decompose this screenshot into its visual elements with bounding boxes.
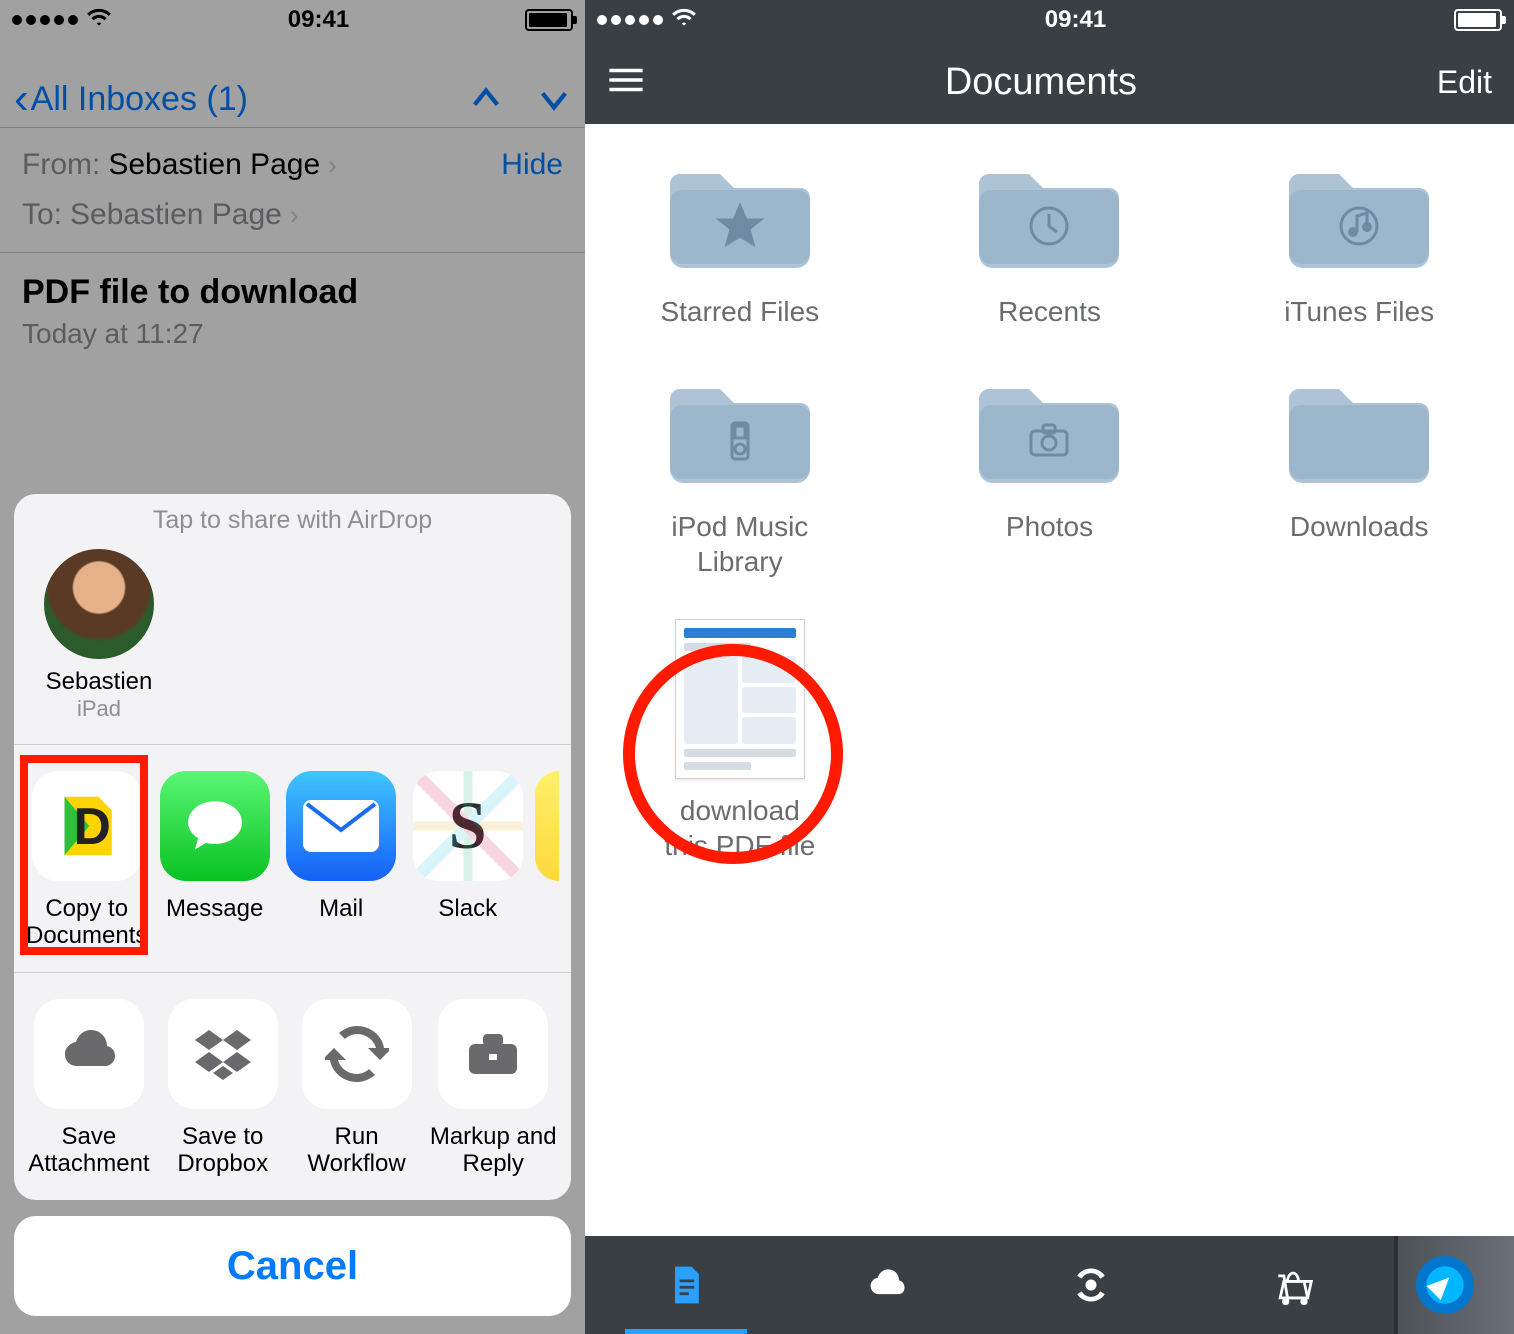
share-app-mail[interactable]: Mail (282, 771, 401, 950)
folder-icon (660, 369, 820, 489)
annotation-highlight-rect (20, 755, 148, 955)
folder-starred-files[interactable]: Starred Files (610, 154, 870, 329)
wifi-icon (671, 4, 697, 37)
mail-app-icon (286, 771, 396, 881)
folder-recents[interactable]: Recents (919, 154, 1179, 329)
mail-phone-screenshot: 09:41 ‹ All Inboxes (1) From: Sebastien … (0, 0, 585, 1334)
briefcase-icon (438, 999, 548, 1109)
airdrop-title: Tap to share with AirDrop (14, 494, 571, 535)
folder-photos[interactable]: Photos (919, 369, 1179, 579)
folder-label: Photos (919, 509, 1179, 544)
edit-button[interactable]: Edit (1437, 64, 1492, 101)
share-app-message[interactable]: Message (155, 771, 274, 950)
folder-icon (1279, 154, 1439, 274)
page-title: Documents (945, 61, 1137, 104)
share-app-label: Slack (408, 895, 527, 923)
documents-nav-bar: Documents Edit (585, 40, 1514, 124)
messages-app-icon (160, 771, 270, 881)
sync-icon (302, 999, 412, 1109)
avatar (44, 549, 154, 659)
action-label: Save Attachment (26, 1123, 152, 1178)
menu-button[interactable] (607, 64, 645, 101)
airdrop-device: iPad (34, 696, 164, 722)
action-label: Save to Dropbox (160, 1123, 286, 1178)
dropbox-icon (168, 999, 278, 1109)
action-label: Run Workflow (294, 1123, 420, 1178)
status-bar: 09:41 (585, 0, 1514, 40)
airdrop-name: Sebastien (34, 669, 164, 695)
tab-network[interactable] (990, 1236, 1192, 1334)
share-actions-row[interactable]: Save Attachment Save to Dropbox Run Work… (14, 973, 571, 1200)
documents-tab-bar (585, 1236, 1514, 1334)
compass-icon (1416, 1256, 1474, 1314)
folder-label: Downloads (1229, 509, 1489, 544)
battery-icon (1454, 9, 1502, 31)
documents-phone-screenshot: 09:41 Documents Edit Starred Files (585, 0, 1514, 1334)
action-save-to-dropbox[interactable]: Save to Dropbox (160, 999, 286, 1178)
tab-documents[interactable] (585, 1236, 787, 1334)
tab-store[interactable] (1192, 1236, 1394, 1334)
tab-browser[interactable] (1394, 1236, 1514, 1334)
folder-itunes-files[interactable]: iTunes Files (1229, 154, 1489, 329)
status-time: 09:41 (1045, 6, 1106, 34)
action-markup-and-reply[interactable]: Markup and Reply (427, 999, 559, 1178)
share-app-label: Message (155, 895, 274, 923)
tab-cloud[interactable] (787, 1236, 989, 1334)
folder-label: Recents (919, 294, 1179, 329)
cloud-icon (34, 999, 144, 1109)
slack-app-icon: S (413, 771, 523, 881)
airdrop-contact[interactable]: Sebastien iPad (34, 549, 164, 721)
folder-icon (969, 369, 1129, 489)
folder-label: iTunes Files (1229, 294, 1489, 329)
share-app-label: Mail (282, 895, 401, 923)
signal-dots-icon (597, 15, 663, 25)
notes-app-icon-peek[interactable] (535, 771, 559, 881)
folder-icon (969, 154, 1129, 274)
folder-label: Starred Files (610, 294, 870, 329)
folder-icon (1279, 369, 1439, 489)
cancel-button[interactable]: Cancel (14, 1216, 571, 1316)
share-sheet: Tap to share with AirDrop Sebastien iPad… (14, 494, 571, 1316)
folder-label: iPod Music Library (610, 509, 870, 579)
folder-icon (660, 154, 820, 274)
action-run-workflow[interactable]: Run Workflow (294, 999, 420, 1178)
share-app-slack[interactable]: S Slack (408, 771, 527, 950)
folder-downloads[interactable]: Downloads (1229, 369, 1489, 579)
folder-ipod-music-library[interactable]: iPod Music Library (610, 369, 870, 579)
action-label: Markup and Reply (427, 1123, 559, 1178)
cancel-label: Cancel (227, 1244, 358, 1289)
annotation-highlight-circle (623, 644, 843, 864)
action-save-attachment[interactable]: Save Attachment (26, 999, 152, 1178)
